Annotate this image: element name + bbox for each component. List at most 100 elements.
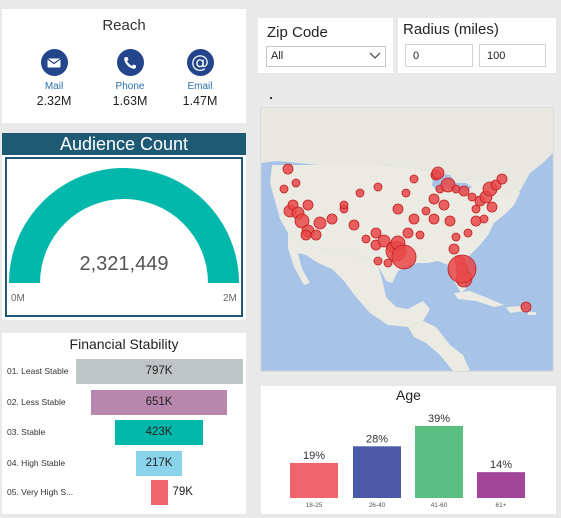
map-land-puerto-rico (528, 312, 536, 315)
map-marker[interactable] (392, 203, 404, 215)
gauge-min-label: 0M (11, 293, 25, 304)
map-marker[interactable] (383, 258, 393, 268)
map-marker[interactable] (348, 219, 360, 231)
email-value: 1.47M (182, 94, 218, 108)
funnel-value-2: 423K (145, 426, 173, 438)
audience-gauge (9, 168, 239, 283)
age-category-label: 61+ (495, 502, 506, 509)
map-marker[interactable] (409, 174, 419, 184)
map-marker[interactable] (361, 234, 371, 244)
funnel-row-4[interactable]: 05. Very High S... 79K (2, 480, 246, 505)
mail-icon (40, 49, 68, 76)
map-marker[interactable] (415, 230, 425, 240)
map-marker[interactable] (373, 182, 383, 192)
email-at-icon: @ (186, 49, 214, 76)
financial-stability-card: Financial Stability 01. Least Stable 797… (2, 333, 246, 514)
map-marker[interactable] (291, 178, 301, 188)
funnel-label-2: 03. Stable (7, 427, 46, 437)
funnel-label-0: 01. Least Stable (7, 366, 69, 376)
funnel-value-4: 79K (172, 486, 193, 498)
map-marker[interactable] (470, 215, 482, 227)
phone-label: Phone (115, 81, 145, 92)
funnel-value-1: 651K (145, 396, 173, 408)
funnel-label-4: 05. Very High S... (7, 487, 74, 497)
funnel-label-3: 04. High Stable (7, 458, 66, 468)
reach-card: Reach Mail 2.32M Phone 1.63M @ Email 1.4… (2, 9, 246, 123)
map-marker[interactable] (520, 301, 532, 313)
age-category-label: 26-40 (369, 502, 386, 509)
map-marker[interactable] (339, 200, 349, 210)
zip-code-selected: All (271, 50, 284, 62)
mail-label: Mail (44, 81, 64, 92)
age-bar[interactable] (477, 472, 525, 498)
map-marker[interactable] (313, 216, 327, 230)
reach-email[interactable]: @ Email 1.47M (170, 49, 230, 108)
age-category-label: 18-25 (306, 502, 323, 509)
map-marker[interactable] (451, 232, 461, 242)
age-data-label: 39% (428, 413, 450, 425)
map-marker[interactable] (391, 244, 417, 270)
age-category-label: 41-60 (431, 502, 448, 509)
radius-min-input[interactable]: 0 (405, 44, 473, 67)
map-marker[interactable] (447, 254, 477, 284)
map-marker[interactable] (401, 188, 411, 198)
age-bar[interactable] (290, 462, 338, 498)
radius-label: Radius (miles) (403, 21, 499, 38)
map-visual[interactable] (258, 93, 556, 373)
map-canvas (260, 107, 554, 372)
reach-phone[interactable]: Phone 1.63M (100, 49, 160, 108)
funnel-row-2[interactable]: 03. Stable 423K (2, 420, 246, 445)
age-bar-chart: 19% 18-25 28% 26-40 39% 41-60 14% 61+ (290, 413, 525, 509)
map-marker[interactable] (402, 227, 414, 239)
zip-code-label: Zip Code (267, 24, 328, 41)
map-marker[interactable] (302, 199, 314, 211)
map-marker[interactable] (355, 188, 365, 198)
reach-mail[interactable]: Mail 2.32M (24, 49, 84, 108)
map-marker[interactable] (444, 215, 456, 227)
mail-value: 2.32M (36, 94, 72, 108)
map-marker[interactable] (463, 228, 473, 238)
map-marker[interactable] (300, 229, 312, 241)
map-marker[interactable] (438, 199, 450, 211)
map-marker[interactable] (282, 163, 294, 175)
map-marker[interactable] (486, 201, 498, 213)
phone-value: 1.63M (112, 94, 148, 108)
audience-count-value: 2,321,449 (79, 253, 169, 275)
age-data-label: 14% (490, 459, 512, 471)
funnel-value-3: 217K (145, 457, 173, 469)
radius-slicer: Radius (miles) 0 100 (398, 18, 556, 73)
map-marker[interactable] (326, 213, 338, 225)
funnel-value-0: 797K (145, 365, 173, 377)
gauge-max-label: 2M (223, 293, 237, 304)
funnel-row-0[interactable]: 01. Least Stable 797K (2, 359, 246, 384)
map-marker[interactable] (408, 213, 420, 225)
reach-title: Reach (102, 17, 146, 34)
map-marker[interactable] (448, 243, 460, 255)
funnel-label-1: 02. Less Stable (7, 397, 66, 407)
phone-icon (116, 49, 144, 76)
radius-max-input[interactable]: 100 (479, 44, 546, 67)
zip-code-dropdown[interactable]: All (266, 46, 386, 67)
map-marker[interactable] (373, 256, 383, 266)
map-marker[interactable] (496, 173, 508, 185)
map-marker[interactable] (421, 206, 431, 216)
financial-stability-title: Financial Stability (69, 336, 179, 352)
map-marker[interactable] (431, 166, 445, 180)
email-label: Email (187, 81, 213, 92)
age-chart-card: Age 19% 18-25 28% 26-40 39% 41-60 14% 61+ (261, 386, 556, 514)
age-bar[interactable] (415, 426, 463, 498)
audience-count-card: Audience Count 2,321,449 0M 2M (2, 133, 246, 320)
map-marker[interactable] (458, 185, 470, 197)
map-marker[interactable] (479, 214, 489, 224)
map-marker[interactable] (428, 193, 440, 205)
funnel-row-1[interactable]: 02. Less Stable 651K (2, 390, 246, 415)
funnel-row-3[interactable]: 04. High Stable 217K (2, 451, 246, 476)
age-data-label: 28% (366, 433, 388, 445)
map-marker[interactable] (310, 229, 322, 241)
age-bar[interactable] (353, 446, 401, 498)
map-marker[interactable] (428, 213, 440, 225)
age-data-label: 19% (303, 450, 325, 462)
funnel-bar-4 (150, 480, 168, 505)
map-marker[interactable] (279, 184, 289, 194)
zip-code-slicer: Zip Code All (258, 18, 393, 73)
